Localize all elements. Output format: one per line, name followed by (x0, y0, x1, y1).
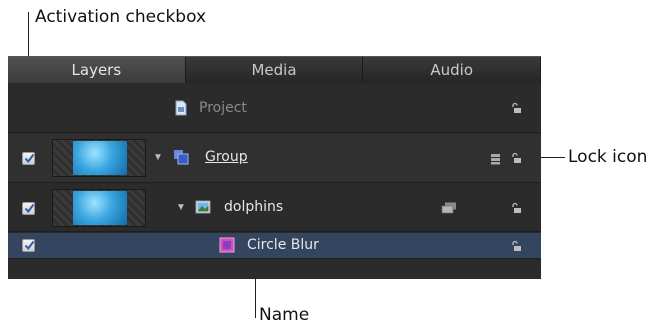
lock-icon[interactable] (510, 202, 522, 214)
layers-panel: Layers Media Audio Project ▼ Group ▼ dol… (8, 56, 542, 279)
tab-media[interactable]: Media (185, 57, 364, 83)
layer-name-group[interactable]: Group (205, 149, 248, 165)
lock-icon[interactable] (510, 152, 522, 164)
activation-checkbox-callout: Activation checkbox (35, 7, 207, 27)
panel-tabs: Layers Media Audio (8, 57, 542, 83)
layer-row-project[interactable]: Project (8, 84, 541, 133)
lock-icon[interactable] (510, 102, 522, 114)
layer-name-project: Project (199, 100, 247, 116)
lock-icon[interactable] (510, 240, 522, 252)
layer-name-dolphins[interactable]: dolphins (224, 199, 283, 215)
group-icon (174, 150, 189, 165)
activation-checkbox[interactable] (22, 202, 35, 215)
disclosure-triangle-icon[interactable]: ▼ (176, 202, 186, 213)
layer-row-circle-blur[interactable]: Circle Blur (8, 233, 541, 259)
layer-name-circle-blur[interactable]: Circle Blur (247, 237, 319, 253)
stack-icon[interactable] (490, 153, 506, 165)
tab-layers[interactable]: Layers (8, 57, 186, 83)
tab-audio[interactable]: Audio (363, 57, 542, 83)
name-callout: Name (259, 305, 310, 325)
activation-checkbox[interactable] (22, 152, 35, 165)
lock-icon-callout: Lock icon (568, 147, 647, 167)
lock-icon-leader (538, 157, 565, 158)
filter-icon (219, 237, 235, 253)
disclosure-triangle-icon[interactable]: ▼ (153, 152, 163, 163)
layer-list-empty-area (8, 260, 541, 279)
layer-row-dolphins[interactable]: ▼ dolphins (8, 184, 541, 232)
layer-thumbnail (52, 139, 146, 177)
project-icon (175, 100, 187, 116)
layer-row-group[interactable]: ▼ Group (8, 134, 541, 183)
image-icon (195, 200, 211, 214)
activation-checkbox[interactable] (22, 239, 35, 252)
layer-thumbnail (52, 189, 146, 227)
media-stack-icon (441, 202, 456, 214)
